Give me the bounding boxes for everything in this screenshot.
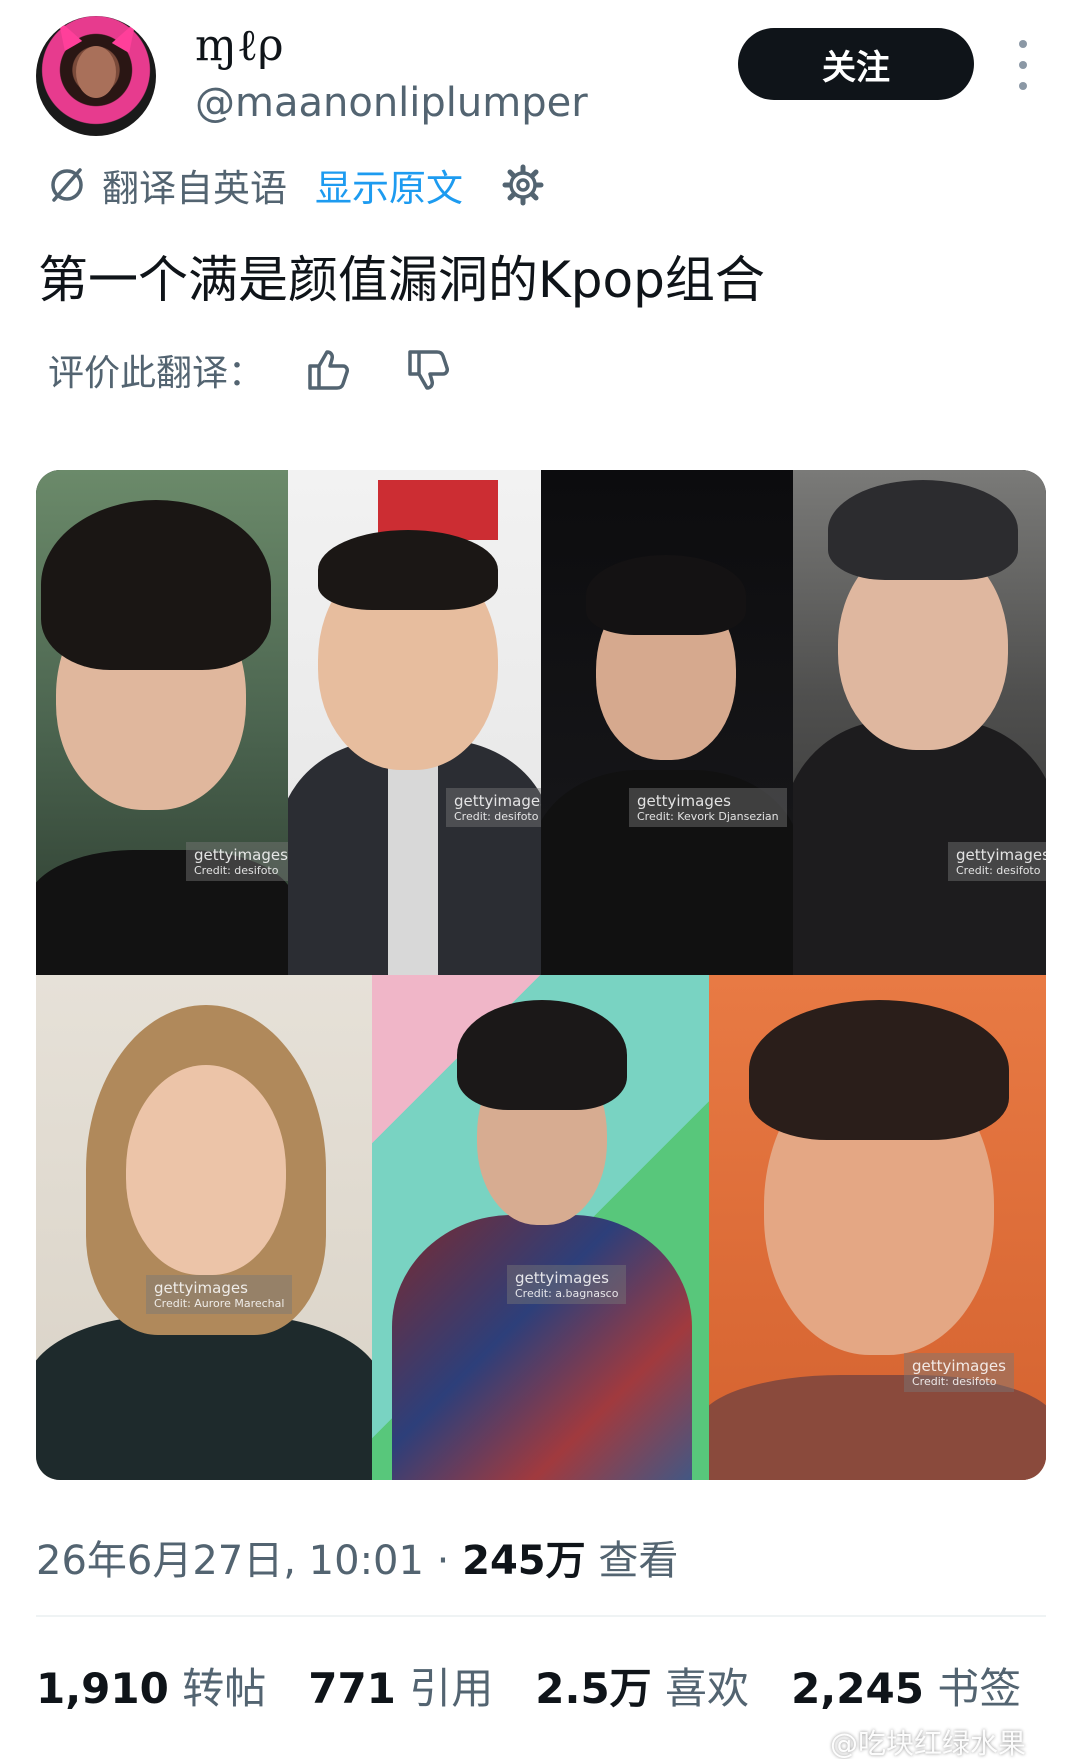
display-name[interactable]: ɱℓρ bbox=[195, 20, 284, 71]
user-handle[interactable]: @maanonliplumper bbox=[195, 80, 588, 126]
photo-7-watermark: gettyimages Credit: desifoto bbox=[904, 1353, 1014, 1393]
rate-translation-label: 评价此翻译： bbox=[48, 353, 265, 394]
photo-3[interactable]: gettyimages Credit: Kevork Djansezian bbox=[541, 470, 793, 975]
photo-1-hair bbox=[41, 500, 271, 670]
photo-2-hair bbox=[318, 530, 498, 610]
photo-6-watermark: gettyimages Credit: a.bagnasco bbox=[507, 1265, 627, 1305]
reposts-stat[interactable]: 1,910 转帖 bbox=[36, 1655, 266, 1716]
avatar[interactable] bbox=[36, 16, 156, 136]
rate-translation: 评价此翻译： bbox=[48, 345, 504, 395]
photo-3-hair bbox=[586, 555, 746, 635]
photo-5[interactable]: gettyimages Credit: Aurore Marechal bbox=[36, 975, 372, 1480]
photo-4-cap bbox=[828, 480, 1018, 580]
photo-5-watermark: gettyimages Credit: Aurore Marechal bbox=[146, 1275, 293, 1315]
thumbs-down-icon[interactable] bbox=[404, 346, 452, 394]
photo-7[interactable]: gettyimages Credit: desifoto bbox=[709, 975, 1046, 1480]
more-options-icon[interactable] bbox=[1008, 40, 1038, 90]
avatar-face bbox=[76, 46, 116, 98]
tweet-datetime[interactable]: 26年6月27日, 10:01 bbox=[36, 1538, 424, 1584]
thumbs-up-icon[interactable] bbox=[304, 346, 352, 394]
divider bbox=[36, 1615, 1046, 1617]
photo-7-hair bbox=[749, 1000, 1009, 1140]
avatar-decoration bbox=[49, 16, 83, 51]
likes-stat[interactable]: 2.5万 喜欢 bbox=[535, 1655, 749, 1716]
show-original-link[interactable]: 显示原文 bbox=[315, 158, 463, 212]
tweet-text: 第一个满是颜值漏洞的Kpop组合 bbox=[38, 251, 765, 309]
translation-bar: 翻译自英语 显示原文 bbox=[46, 160, 545, 210]
translate-icon bbox=[51, 168, 83, 202]
photo-6-hair bbox=[457, 1000, 627, 1110]
gear-icon[interactable] bbox=[501, 163, 545, 207]
photo-5-face bbox=[126, 1065, 286, 1275]
quotes-stat[interactable]: 771 引用 bbox=[308, 1655, 493, 1716]
meta-separator: · bbox=[436, 1538, 450, 1584]
translated-from-label: 翻译自英语 bbox=[102, 167, 287, 210]
avatar-decoration bbox=[111, 17, 145, 53]
media-grid[interactable]: gettyimages Credit: desifoto gettyimages C… bbox=[36, 470, 1046, 1480]
photo-2-watermark: gettyimages Credit: desifoto bbox=[446, 788, 541, 828]
photo-4[interactable]: gettyimages Credit: desifoto bbox=[793, 470, 1046, 975]
tweet-header: ɱℓρ @maanonliplumper 关注 bbox=[0, 0, 1080, 150]
views-count: 245万 bbox=[462, 1538, 586, 1584]
bookmarks-stat[interactable]: 2,245 书签 bbox=[791, 1655, 1021, 1716]
tweet-meta: 26年6月27日, 10:01 · 245万 查看 bbox=[36, 1528, 678, 1586]
photo-6[interactable]: gettyimages Credit: a.bagnasco bbox=[372, 975, 709, 1480]
photo-4-watermark: gettyimages Credit: desifoto bbox=[948, 842, 1046, 882]
photo-6-body bbox=[392, 1215, 692, 1480]
follow-button[interactable]: 关注 bbox=[738, 28, 974, 100]
photo-3-watermark: gettyimages Credit: Kevork Djansezian bbox=[629, 788, 787, 828]
photo-5-body bbox=[36, 1315, 372, 1480]
photo-1-watermark: gettyimages Credit: desifoto bbox=[186, 842, 288, 882]
engagement-stats: 1,910 转帖 771 引用 2.5万 喜欢 2,245 书签 bbox=[36, 1655, 1063, 1716]
source-watermark: @吃块红绿水果 bbox=[830, 1727, 1027, 1759]
photo-2[interactable]: gettyimages Credit: desifoto bbox=[288, 470, 541, 975]
photo-2-shirt bbox=[388, 760, 438, 975]
views-label: 查看 bbox=[598, 1538, 679, 1584]
photo-1[interactable]: gettyimages Credit: desifoto bbox=[36, 470, 288, 975]
